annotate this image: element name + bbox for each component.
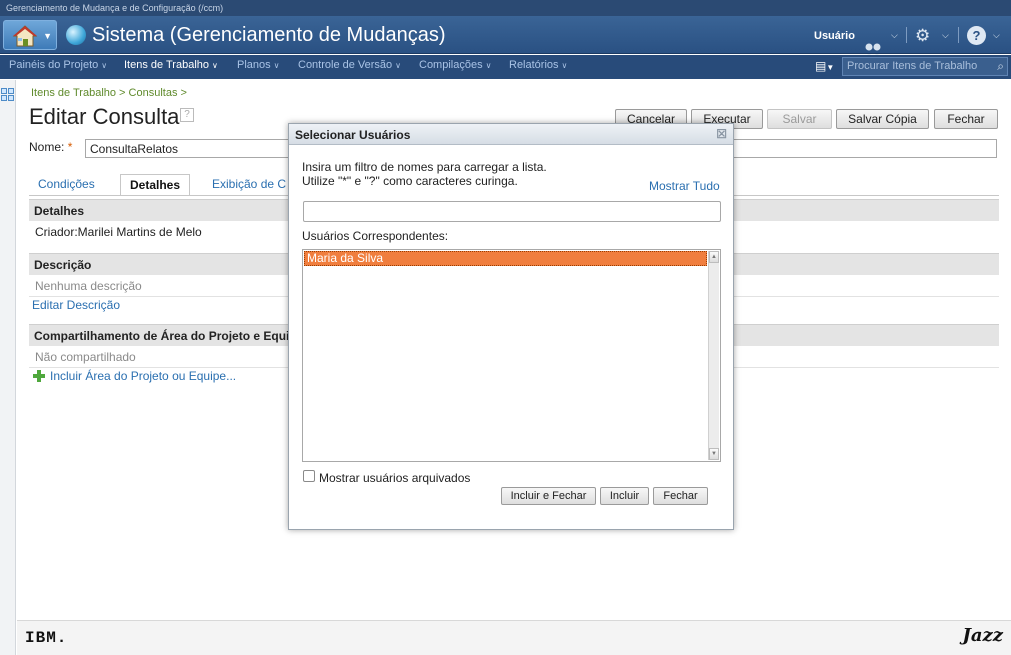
creator-value: Criador:Marilei Martins de Melo [35, 225, 202, 239]
nav-label: Relatórios [509, 59, 559, 71]
page-footer: IBM. Jazz [17, 620, 1011, 655]
nav-project-dashboards[interactable]: Painéis do Projeto ∨ [9, 59, 107, 71]
nav-label: Compilações [419, 59, 483, 71]
help-icon[interactable]: ? [180, 108, 194, 122]
chevron-down-icon: ▼ [43, 31, 52, 41]
nav-label: Controle de Versão [298, 59, 393, 71]
search-placeholder: Procurar Itens de Trabalho [847, 60, 978, 72]
name-label: Nome: * [29, 140, 72, 154]
select-users-dialog: Selecionar Usuários ☒ Insira um filtro d… [288, 123, 734, 530]
chevron-down-icon: ∨ [212, 61, 218, 70]
chevron-down-icon: ∨ [101, 61, 108, 70]
nav-label: Itens de Trabalho [124, 59, 210, 71]
save-copy-button[interactable]: Salvar Cópia [836, 109, 929, 129]
matching-users-list[interactable]: Maria da Silva ▲ ▼ [302, 249, 721, 462]
dialog-title: Selecionar Usuários ☒ [289, 124, 733, 145]
edit-description-link[interactable]: Editar Descrição [32, 298, 120, 312]
nav-label: Planos [237, 59, 271, 71]
add-icon[interactable] [33, 370, 45, 382]
dialog-title-text: Selecionar Usuários [295, 128, 411, 142]
header-separator [958, 27, 959, 43]
description-empty-text: Nenhuma descrição [35, 279, 142, 293]
user-menu-label[interactable]: Usuário [814, 30, 855, 42]
app-title: Sistema (Gerenciamento de Mudanças) [92, 24, 446, 46]
jazz-logo: Jazz [962, 625, 1003, 646]
chevron-down-icon: ∨ [485, 61, 492, 70]
add-project-area-link[interactable]: Incluir Área do Projeto ou Equipe... [50, 369, 236, 383]
show-all-link[interactable]: Mostrar Tudo [649, 179, 720, 193]
chevron-down-icon: ∨ [395, 61, 402, 70]
mini-dashboard-icon[interactable] [1, 88, 14, 101]
tab-details[interactable]: Detalhes [120, 174, 191, 196]
scroll-down-icon[interactable]: ▼ [709, 448, 719, 460]
globe-icon [66, 25, 86, 45]
nav-reports[interactable]: Relatórios ∨ [509, 59, 567, 71]
chevron-down-icon[interactable]: ⌵ [993, 30, 1000, 41]
add-button[interactable]: Incluir [600, 487, 649, 505]
chevron-down-icon[interactable]: ⌵ [891, 30, 898, 41]
close-icon[interactable]: ☒ [716, 127, 727, 141]
tab-result-layout[interactable]: Exibição de C [203, 174, 295, 196]
chevron-down-icon: ∨ [273, 61, 280, 70]
scroll-up-icon[interactable]: ▲ [709, 251, 719, 263]
list-item[interactable]: Maria da Silva [304, 251, 707, 266]
name-label-text: Nome: [29, 140, 65, 154]
nav-label: Painéis do Projeto [9, 59, 99, 71]
ibm-logo: IBM. [25, 629, 68, 647]
home-icon [12, 25, 38, 47]
save-button[interactable]: Salvar [767, 109, 832, 129]
add-and-close-button[interactable]: Incluir e Fechar [501, 487, 596, 505]
tab-conditions[interactable]: Condições [29, 174, 104, 196]
work-item-search-input[interactable]: Procurar Itens de Trabalho ⌕ [842, 57, 1008, 76]
home-menu-button[interactable]: ▼ [3, 20, 57, 50]
search-scope-icon[interactable]: ▤▼ [815, 59, 834, 73]
gear-icon[interactable]: ⚙ [915, 26, 930, 46]
header-separator [906, 27, 907, 43]
user-filter-input[interactable] [303, 201, 721, 222]
sharing-status: Não compartilhado [35, 350, 136, 364]
search-icon[interactable]: ⌕ [997, 59, 1004, 74]
main-navigation: Painéis do Projeto ∨ Itens de Trabalho ∨ P… [0, 55, 1011, 79]
nav-builds[interactable]: Compilações ∨ [419, 59, 491, 71]
help-icon[interactable]: ? [967, 26, 986, 45]
matching-users-label: Usuários Correspondentes: [302, 229, 449, 243]
close-button[interactable]: Fechar [934, 109, 998, 129]
left-sidebar [0, 80, 16, 655]
chevron-down-icon[interactable]: ⌵ [942, 30, 949, 41]
product-caption: Gerenciamento de Mudança e de Configuraç… [0, 0, 1011, 16]
required-marker: * [67, 140, 73, 154]
dialog-wildcard-hint: Utilize "*" e "?" como caracteres curing… [302, 174, 518, 188]
dialog-instruction: Insira um filtro de nomes para carregar … [302, 160, 547, 174]
list-scrollbar[interactable]: ▲ ▼ [708, 251, 719, 460]
app-title-bar: ▼ Sistema (Gerenciamento de Mudanças) Us… [0, 16, 1011, 59]
page-title: Editar Consulta [29, 104, 180, 129]
nav-source-control[interactable]: Controle de Versão ∨ [298, 59, 401, 71]
nav-work-items[interactable]: Itens de Trabalho ∨ [124, 59, 218, 71]
chevron-down-icon: ∨ [561, 61, 568, 70]
show-archived-checkbox[interactable] [303, 470, 315, 482]
show-archived-label[interactable]: Mostrar usuários arquivados [319, 471, 470, 485]
breadcrumb[interactable]: Itens de Trabalho > Consultas > [31, 87, 187, 99]
dialog-close-button[interactable]: Fechar [653, 487, 708, 505]
nav-plans[interactable]: Planos ∨ [237, 59, 280, 71]
